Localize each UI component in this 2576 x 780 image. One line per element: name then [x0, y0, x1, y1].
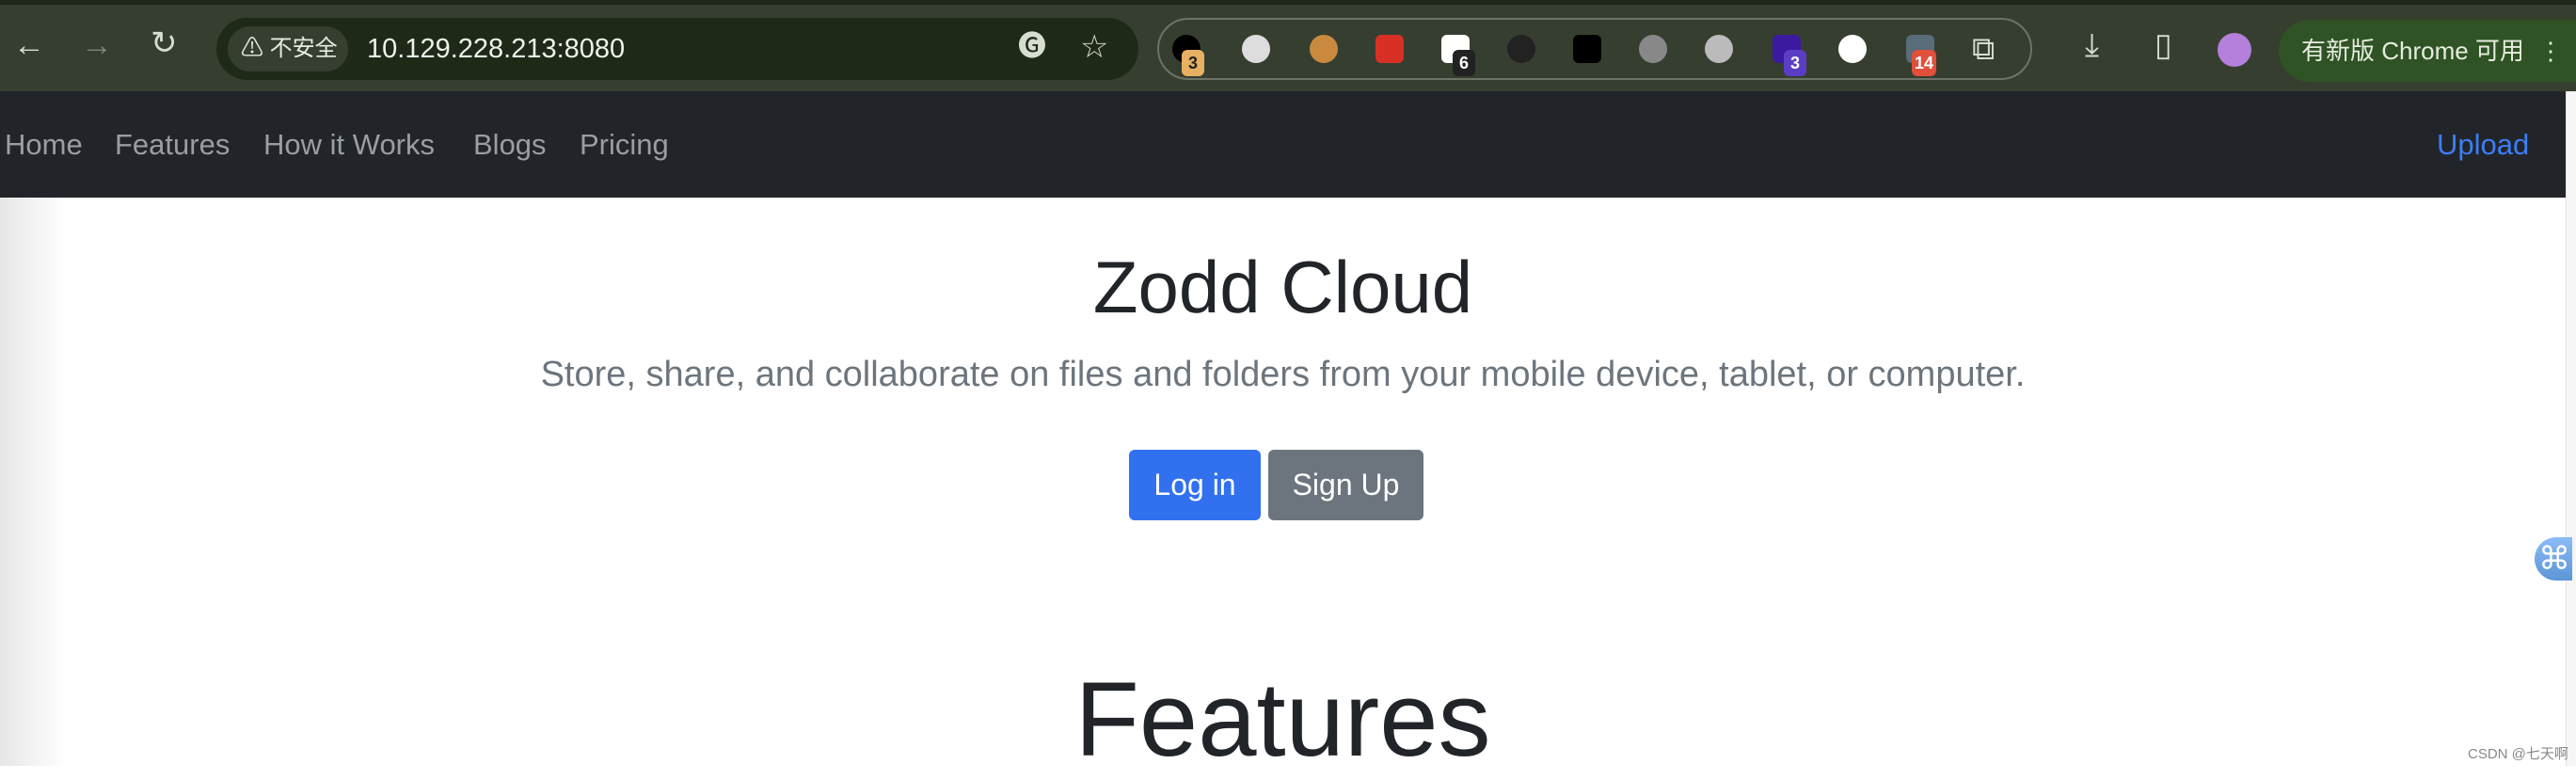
- extensions-area: 3 6 3 14 ⧉: [1157, 18, 2032, 80]
- profile-avatar[interactable]: [2218, 33, 2251, 67]
- translate-icon[interactable]: 🅖: [1018, 33, 1046, 61]
- extension-badge: 3: [1182, 50, 1204, 76]
- reload-icon[interactable]: ↻: [151, 27, 178, 59]
- extension-badge: 6: [1453, 50, 1475, 76]
- side-panel-icon[interactable]: ▯: [2155, 29, 2172, 61]
- browser-toolbar: ← → ↻ ⚠ 不安全 10.129.228.213:8080 🅖 ☆ 3 6 …: [0, 0, 2576, 91]
- nav-pricing[interactable]: Pricing: [580, 91, 669, 198]
- download-icon[interactable]: ⤓: [2085, 29, 2099, 61]
- login-button[interactable]: Log in: [1129, 450, 1261, 520]
- signup-button[interactable]: Sign Up: [1268, 450, 1423, 520]
- command-extension-icon[interactable]: [1705, 35, 1733, 63]
- extensions-puzzle-icon[interactable]: ⧉: [1972, 33, 1995, 65]
- nav-how-it-works[interactable]: How it Works: [263, 91, 435, 198]
- features-heading: Features: [1074, 661, 1491, 778]
- navbar: Home Features How it Works Blogs Pricing…: [0, 91, 2566, 198]
- scrollbar[interactable]: [2566, 91, 2576, 766]
- security-label: 不安全: [269, 36, 338, 61]
- hat-extension-icon[interactable]: [1507, 35, 1535, 63]
- hero-title: Zodd Cloud: [1092, 246, 1473, 328]
- nav-features[interactable]: Features: [115, 91, 230, 198]
- command-float-icon[interactable]: ⌘: [2535, 537, 2572, 581]
- nav-home[interactable]: Home: [5, 91, 83, 198]
- update-label: 有新版 Chrome 可用: [2301, 37, 2524, 65]
- hero-subtitle: Store, share, and collaborate on files a…: [540, 355, 2026, 394]
- warning-icon: ⚠: [241, 36, 263, 61]
- extension-icon[interactable]: [1242, 35, 1270, 63]
- cookie-extension-icon[interactable]: [1310, 35, 1338, 63]
- extension-icon[interactable]: [1838, 35, 1867, 63]
- fe-extension-icon[interactable]: [1375, 35, 1404, 63]
- fox-extension-icon[interactable]: [1639, 35, 1667, 63]
- extension-badge: 14: [1912, 50, 1937, 76]
- forward-arrow-icon[interactable]: →: [81, 29, 113, 61]
- h-extension-icon[interactable]: [1573, 35, 1601, 63]
- back-arrow-icon[interactable]: ←: [13, 29, 45, 61]
- more-vert-icon[interactable]: ⋮: [2538, 20, 2563, 82]
- watermark: CSDN @七天啊: [2468, 746, 2568, 762]
- nav-upload[interactable]: Upload: [2437, 91, 2529, 198]
- url-text[interactable]: 10.129.228.213:8080: [367, 18, 625, 80]
- bookmark-star-icon[interactable]: ☆: [1080, 31, 1108, 63]
- chrome-update-button[interactable]: 有新版 Chrome 可用 ⋮: [2279, 20, 2576, 82]
- security-chip[interactable]: ⚠ 不安全: [228, 26, 348, 72]
- extension-badge: 3: [1784, 50, 1806, 76]
- address-bar[interactable]: ⚠ 不安全 10.129.228.213:8080 🅖 ☆: [216, 18, 1138, 80]
- nav-blogs[interactable]: Blogs: [473, 91, 547, 198]
